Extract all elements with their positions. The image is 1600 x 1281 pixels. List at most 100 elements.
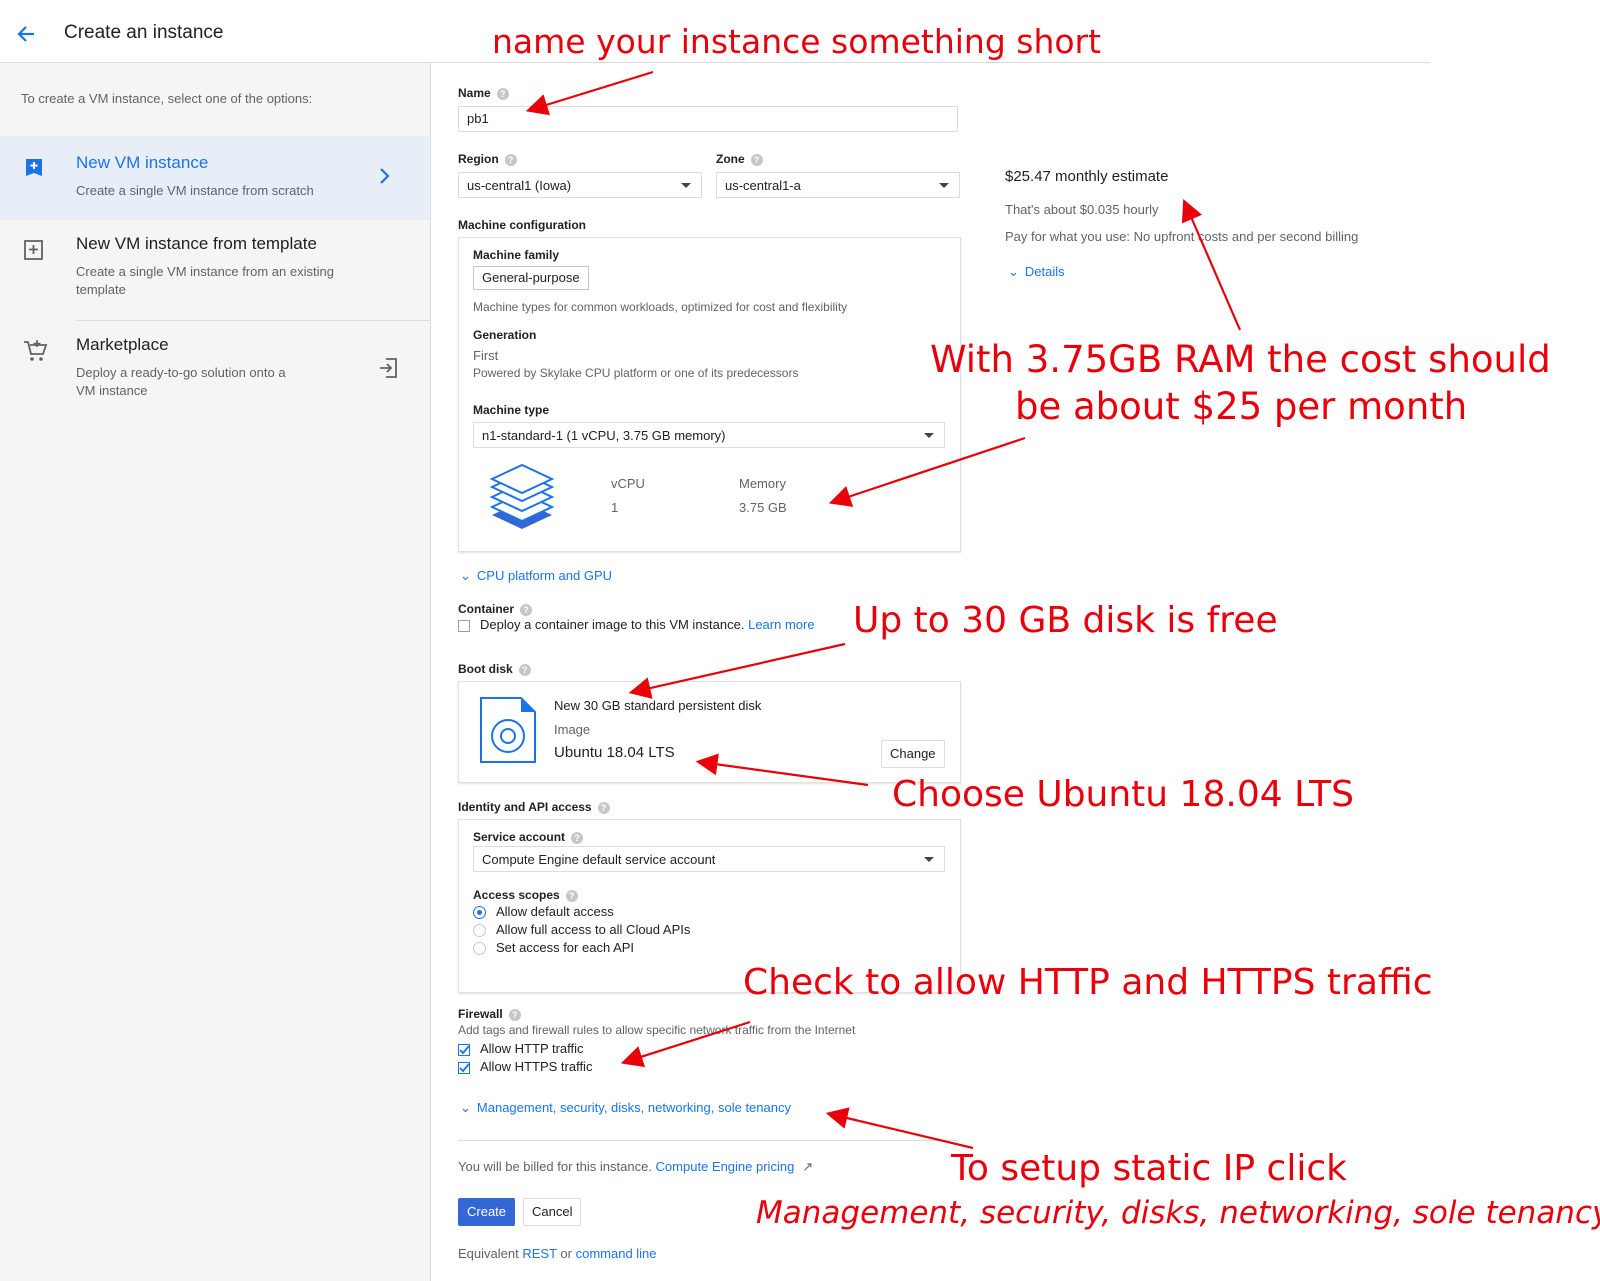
firewall-label: Firewall? bbox=[458, 1007, 521, 1021]
cancel-button[interactable]: Cancel bbox=[523, 1198, 582, 1226]
boot-disk-title: New 30 GB standard persistent disk bbox=[554, 698, 762, 713]
container-desc: Deploy a container image to this VM inst… bbox=[480, 617, 815, 632]
vcpu-label: vCPU bbox=[611, 476, 645, 491]
option-title: New VM instance from template bbox=[76, 234, 317, 253]
machine-stack-icon bbox=[489, 463, 555, 536]
annotation-ubuntu: Choose Ubuntu 18.04 LTS bbox=[892, 774, 1355, 815]
machine-family-desc: Machine types for common workloads, opti… bbox=[473, 300, 848, 314]
scope-full-radio[interactable] bbox=[473, 924, 486, 937]
annotation-ram-line1: With 3.75GB RAM the cost should bbox=[930, 338, 1551, 381]
equivalent-text: Equivalent REST or command line bbox=[458, 1246, 657, 1261]
cpu-gpu-expander[interactable]: ⌄ CPU platform and GPU bbox=[460, 568, 612, 584]
zone-select[interactable]: us-central1-a bbox=[716, 172, 960, 198]
hourly-estimate: That's about $0.035 hourly bbox=[1005, 202, 1159, 217]
page-title: Create an instance bbox=[64, 22, 224, 43]
machine-family-label: Machine family bbox=[473, 248, 560, 262]
dropdown-arrow-icon bbox=[924, 433, 934, 438]
annotation-ram-line2: be about $25 per month bbox=[1015, 385, 1468, 428]
scope-each-label: Set access for each API bbox=[496, 940, 635, 955]
option-new-vm-from-template[interactable]: New VM instance from template Create a s… bbox=[0, 220, 430, 320]
annotation-http: Check to allow HTTP and HTTPS traffic bbox=[743, 962, 1433, 1003]
option-marketplace[interactable]: Marketplace Deploy a ready-to-go solutio… bbox=[0, 321, 430, 421]
scope-default-label: Allow default access bbox=[496, 904, 614, 919]
machine-family-chip[interactable]: General-purpose bbox=[473, 266, 589, 290]
create-button[interactable]: Create bbox=[458, 1198, 516, 1226]
option-new-vm-instance[interactable]: New VM instance Create a single VM insta… bbox=[0, 136, 430, 220]
learn-more-link[interactable]: Learn more bbox=[748, 617, 814, 632]
annotation-name: name your instance something short bbox=[492, 22, 1102, 61]
name-label: Name? bbox=[458, 86, 509, 100]
back-arrow-icon[interactable] bbox=[12, 20, 40, 48]
name-input[interactable]: pb1 bbox=[458, 106, 958, 132]
generation-label: Generation bbox=[473, 328, 537, 342]
container-label: Container? bbox=[458, 602, 533, 616]
allow-https-label: Allow HTTPS traffic bbox=[480, 1059, 593, 1074]
monthly-estimate: $25.47 monthly estimate bbox=[1005, 168, 1169, 185]
help-icon[interactable]: ? bbox=[518, 663, 531, 676]
vcpu-value: 1 bbox=[611, 500, 619, 515]
management-expander[interactable]: ⌄ Management, security, disks, networking… bbox=[460, 1100, 791, 1116]
help-icon[interactable]: ? bbox=[750, 153, 763, 166]
checkmark-icon bbox=[459, 1045, 470, 1055]
change-button[interactable]: Change bbox=[881, 740, 945, 768]
help-icon[interactable]: ? bbox=[520, 603, 533, 616]
machine-type-label: Machine type bbox=[473, 403, 550, 417]
disk-file-icon bbox=[479, 696, 537, 769]
annotation-static-ip-detail: Management, security, disks, networking,… bbox=[756, 1195, 1600, 1231]
scope-full-label: Allow full access to all Cloud APIs bbox=[496, 922, 691, 937]
generation-value: First bbox=[473, 348, 499, 363]
option-title: New VM instance bbox=[76, 153, 209, 172]
open-external-icon bbox=[378, 357, 398, 384]
command-line-link[interactable]: command line bbox=[576, 1246, 657, 1261]
firewall-desc: Add tags and firewall rules to allow spe… bbox=[458, 1023, 856, 1037]
region-select[interactable]: us-central1 (Iowa) bbox=[458, 172, 702, 198]
arrow-to-management bbox=[825, 1107, 974, 1150]
external-link-icon: ↗ bbox=[802, 1159, 814, 1174]
allow-http-checkbox[interactable] bbox=[458, 1044, 470, 1056]
sidebar-intro: To create a VM instance, select one of t… bbox=[21, 91, 313, 106]
service-account-label: Service account? bbox=[473, 830, 584, 844]
option-desc: Deploy a ready-to-go solution onto a VM … bbox=[76, 365, 286, 398]
annotation-static-ip: To setup static IP click bbox=[951, 1148, 1347, 1189]
dropdown-arrow-icon bbox=[939, 183, 949, 188]
access-scopes-label: Access scopes? bbox=[473, 888, 578, 902]
help-icon[interactable]: ? bbox=[571, 831, 584, 844]
pricing-link[interactable]: Compute Engine pricing bbox=[656, 1159, 795, 1174]
help-icon[interactable]: ? bbox=[508, 1008, 521, 1021]
template-add-icon bbox=[22, 238, 46, 262]
machine-type-select[interactable]: n1-standard-1 (1 vCPU, 3.75 GB memory) bbox=[473, 422, 945, 448]
boot-disk-card: New 30 GB standard persistent disk Image… bbox=[458, 681, 961, 783]
container-checkbox[interactable] bbox=[458, 620, 470, 632]
help-icon[interactable]: ? bbox=[504, 153, 517, 166]
service-account-select[interactable]: Compute Engine default service account bbox=[473, 846, 945, 872]
machine-config-label: Machine configuration bbox=[458, 218, 587, 232]
help-icon[interactable]: ? bbox=[496, 87, 509, 100]
chevron-double-down-icon: ⌄ bbox=[460, 568, 471, 583]
option-desc: Create a single VM instance from scratch bbox=[76, 183, 314, 198]
annotation-disk: Up to 30 GB disk is free bbox=[853, 600, 1278, 641]
rest-link[interactable]: REST bbox=[522, 1246, 556, 1261]
arrow-to-name bbox=[525, 70, 654, 116]
help-icon[interactable]: ? bbox=[565, 889, 578, 902]
chevron-double-down-icon: ⌄ bbox=[460, 1100, 471, 1115]
billing-text: You will be billed for this instance. Co… bbox=[458, 1159, 814, 1174]
arrow-to-estimate bbox=[1181, 198, 1242, 331]
allow-https-checkbox[interactable] bbox=[458, 1062, 470, 1074]
dropdown-arrow-icon bbox=[681, 183, 691, 188]
creation-options-sidebar: To create a VM instance, select one of t… bbox=[0, 63, 431, 1281]
image-value: Ubuntu 18.04 LTS bbox=[554, 744, 675, 761]
add-box-icon bbox=[22, 156, 46, 180]
chevron-double-down-icon: ⌄ bbox=[1008, 264, 1019, 279]
allow-http-label: Allow HTTP traffic bbox=[480, 1041, 584, 1056]
scope-each-radio[interactable] bbox=[473, 942, 486, 955]
zone-label: Zone? bbox=[716, 152, 763, 166]
identity-label: Identity and API access? bbox=[458, 800, 610, 814]
dropdown-arrow-icon bbox=[924, 857, 934, 862]
chevron-right-icon bbox=[378, 166, 392, 191]
details-expander[interactable]: ⌄ Details bbox=[1008, 264, 1065, 280]
scope-default-radio[interactable] bbox=[473, 906, 486, 919]
image-label: Image bbox=[554, 722, 591, 737]
help-icon[interactable]: ? bbox=[597, 801, 610, 814]
shopping-cart-icon bbox=[22, 338, 48, 362]
divider bbox=[458, 1140, 958, 1141]
